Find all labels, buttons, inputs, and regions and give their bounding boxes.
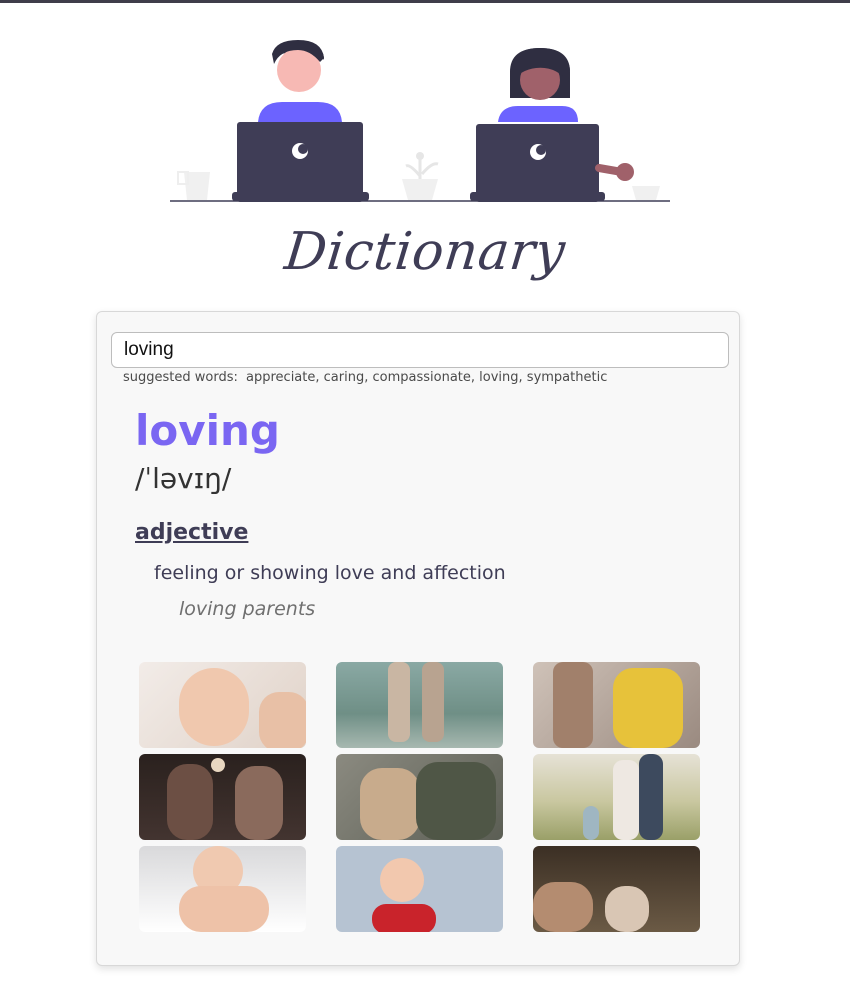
entry-definition: feeling or showing love and affection <box>154 562 506 584</box>
suggested-word[interactable]: caring, <box>324 370 369 385</box>
photo-baby-crawling[interactable] <box>139 846 306 932</box>
top-bar <box>0 0 850 3</box>
photo-couple-beach[interactable] <box>336 662 503 748</box>
suggested-word[interactable]: loving, <box>479 370 523 385</box>
suggested-word[interactable]: sympathetic <box>527 370 608 385</box>
photo-father-child-ground[interactable] <box>533 846 700 932</box>
photo-baby-laughing[interactable] <box>139 662 306 748</box>
photo-family-park[interactable] <box>533 754 700 840</box>
entry-phonetic: /ˈləvɪŋ/ <box>135 462 232 495</box>
search-input[interactable] <box>111 332 729 368</box>
hero-illustration <box>170 40 670 202</box>
entry-part-of-speech: adjective <box>135 520 249 545</box>
entry-example: loving parents <box>179 598 316 620</box>
photo-father-child-hug[interactable] <box>336 754 503 840</box>
suggested-word[interactable]: appreciate, <box>246 370 319 385</box>
photo-child-yellow-jacket[interactable] <box>533 662 700 748</box>
photo-couple-laughing[interactable] <box>139 754 306 840</box>
suggested-word[interactable]: compassionate, <box>372 370 475 385</box>
photo-toddler-red-shirt[interactable] <box>336 846 503 932</box>
suggested-words-label: suggested words: <box>123 370 238 385</box>
suggested-words: suggested words: appreciate, caring, com… <box>123 370 607 385</box>
image-grid <box>139 662 701 934</box>
dictionary-card: suggested words: appreciate, caring, com… <box>96 311 740 966</box>
entry-word: loving <box>135 406 280 455</box>
page-title: Dictionary <box>281 222 569 282</box>
